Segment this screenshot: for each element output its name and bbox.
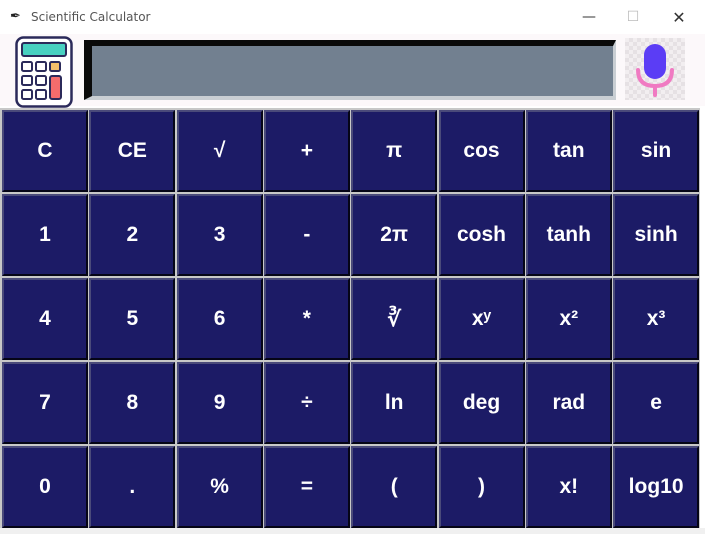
two-button[interactable]: 2 — [89, 194, 176, 276]
nine-button[interactable]: 9 — [176, 362, 263, 444]
clear-entry-button[interactable]: CE — [89, 110, 176, 192]
close-button[interactable]: ✕ — [656, 0, 702, 34]
cos-button[interactable]: cos — [438, 110, 525, 192]
deg-button[interactable]: deg — [438, 362, 525, 444]
cosh-button[interactable]: cosh — [438, 194, 525, 276]
percent-button[interactable]: % — [176, 446, 263, 528]
plus-button[interactable]: + — [263, 110, 350, 192]
one-button[interactable]: 1 — [2, 194, 88, 276]
minus-button[interactable]: - — [263, 194, 350, 276]
pi-button[interactable]: π — [351, 110, 438, 192]
log10-button[interactable]: log10 — [613, 446, 700, 528]
minimize-button[interactable]: — — [566, 0, 612, 34]
microphone-button[interactable] — [625, 38, 685, 100]
seven-button[interactable]: 7 — [2, 362, 88, 444]
title-bar: ✒ Scientific Calculator — ☐ ✕ — [0, 0, 705, 34]
sin-button[interactable]: sin — [613, 110, 700, 192]
display-screen — [92, 46, 613, 96]
eight-button[interactable]: 8 — [89, 362, 176, 444]
tan-button[interactable]: tan — [525, 110, 612, 192]
tanh-button[interactable]: tanh — [525, 194, 612, 276]
divide-button[interactable]: ÷ — [263, 362, 350, 444]
open-paren-button[interactable]: ( — [351, 446, 438, 528]
calculator-icon — [15, 36, 73, 108]
rad-button[interactable]: rad — [525, 362, 612, 444]
feather-icon: ✒ — [10, 9, 21, 24]
sinh-button[interactable]: sinh — [613, 194, 700, 276]
multiply-button[interactable]: * — [263, 278, 350, 360]
window-title: Scientific Calculator — [31, 10, 151, 24]
six-button[interactable]: 6 — [176, 278, 263, 360]
square-button[interactable]: x² — [525, 278, 612, 360]
maximize-button[interactable]: ☐ — [610, 0, 656, 34]
factorial-button[interactable]: x! — [525, 446, 612, 528]
four-button[interactable]: 4 — [2, 278, 88, 360]
power-button[interactable]: xʸ — [438, 278, 525, 360]
decimal-button[interactable]: . — [89, 446, 176, 528]
cube-button[interactable]: x³ — [613, 278, 700, 360]
e-button[interactable]: e — [613, 362, 700, 444]
two-pi-button[interactable]: 2π — [351, 194, 438, 276]
display[interactable] — [84, 40, 616, 100]
bottom-edge — [0, 528, 705, 534]
clear-button[interactable]: C — [2, 110, 88, 192]
close-paren-button[interactable]: ) — [438, 446, 525, 528]
equals-button[interactable]: = — [263, 446, 350, 528]
square-root-button[interactable]: √ — [176, 110, 263, 192]
cube-root-button[interactable]: ∛ — [351, 278, 438, 360]
ln-button[interactable]: ln — [351, 362, 438, 444]
zero-button[interactable]: 0 — [2, 446, 88, 528]
five-button[interactable]: 5 — [89, 278, 176, 360]
keypad: C CE √ + π cos tan sin 1 2 3-2π cosh tanh sinh 4 5 6 * ∛ xʸ… — [0, 108, 700, 528]
microphone-icon — [636, 44, 674, 97]
three-button[interactable]: 3 — [176, 194, 263, 276]
